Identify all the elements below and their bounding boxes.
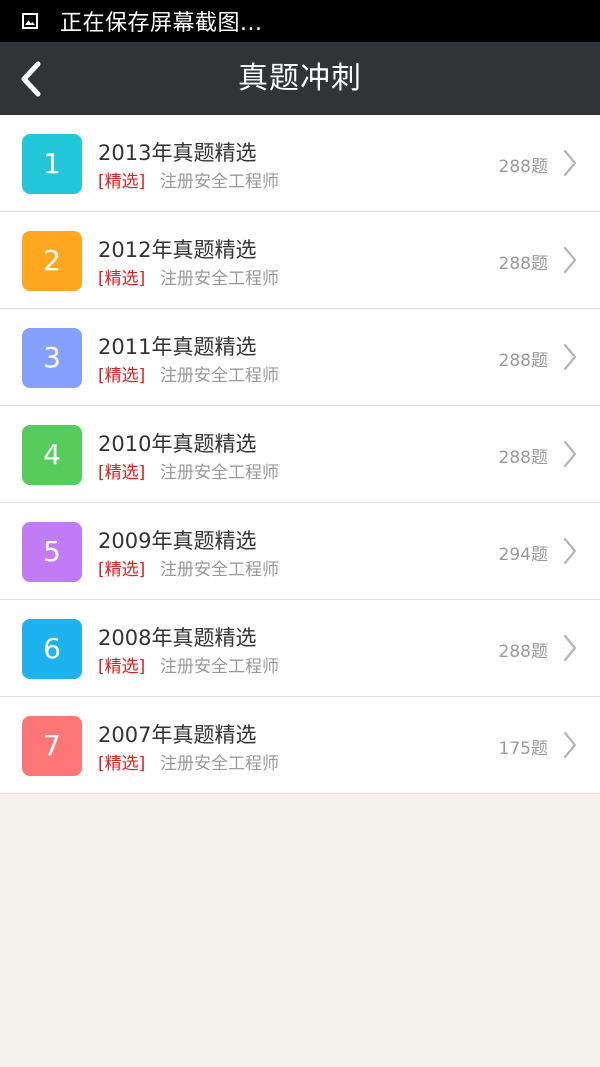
item-subtitle: 注册安全工程师: [160, 366, 279, 386]
item-subtitle: 注册安全工程师: [160, 463, 279, 483]
item-number-badge: 7: [22, 716, 82, 776]
item-title: 2013年真题精选: [98, 141, 257, 165]
item-number-badge: 3: [22, 328, 82, 388]
item-count: 288题: [498, 642, 548, 662]
image-icon: [22, 13, 38, 29]
item-subtitle: 注册安全工程师: [160, 172, 279, 192]
item-number-badge: 6: [22, 619, 82, 679]
item-number-badge: 5: [22, 522, 82, 582]
list-item[interactable]: 7 2007年真题精选 [精选] 注册安全工程师 175题: [0, 697, 600, 794]
item-number-badge: 4: [22, 425, 82, 485]
item-title: 2009年真题精选: [98, 529, 257, 553]
item-subtitle: 注册安全工程师: [160, 657, 279, 677]
page-title: 真题冲刺: [238, 61, 362, 96]
item-tag: [精选]: [98, 463, 146, 483]
status-bar: 正在保存屏幕截图...: [0, 0, 600, 42]
item-count: 288题: [498, 448, 548, 468]
item-tag: [精选]: [98, 172, 146, 192]
item-title: 2011年真题精选: [98, 335, 257, 359]
item-number-badge: 2: [22, 231, 82, 291]
list-item[interactable]: 3 2011年真题精选 [精选] 注册安全工程师 288题: [0, 309, 600, 406]
item-tag: [精选]: [98, 754, 146, 774]
item-subtitle: 注册安全工程师: [160, 754, 279, 774]
chevron-right-icon: [563, 634, 577, 662]
item-subtitle: 注册安全工程师: [160, 560, 279, 580]
item-count: 288题: [498, 157, 548, 177]
item-tag: [精选]: [98, 657, 146, 677]
item-count: 288题: [498, 351, 548, 371]
item-title: 2010年真题精选: [98, 432, 257, 456]
list-item[interactable]: 4 2010年真题精选 [精选] 注册安全工程师 288题: [0, 406, 600, 503]
status-text: 正在保存屏幕截图...: [60, 11, 263, 36]
chevron-right-icon: [563, 440, 577, 468]
chevron-right-icon: [563, 343, 577, 371]
item-count: 175题: [498, 739, 548, 759]
item-tag: [精选]: [98, 366, 146, 386]
item-title: 2012年真题精选: [98, 238, 257, 262]
chevron-right-icon: [563, 731, 577, 759]
item-tag: [精选]: [98, 269, 146, 289]
list-item[interactable]: 6 2008年真题精选 [精选] 注册安全工程师 288题: [0, 600, 600, 697]
list-item[interactable]: 2 2012年真题精选 [精选] 注册安全工程师 288题: [0, 212, 600, 309]
list-item[interactable]: 1 2013年真题精选 [精选] 注册安全工程师 288题: [0, 115, 600, 212]
exam-list: 1 2013年真题精选 [精选] 注册安全工程师 288题 2 2012年真题精…: [0, 115, 600, 794]
chevron-right-icon: [563, 537, 577, 565]
chevron-right-icon: [563, 246, 577, 274]
header-bar: 真题冲刺: [0, 42, 600, 115]
item-count: 294题: [498, 545, 548, 565]
item-title: 2008年真题精选: [98, 626, 257, 650]
item-tag: [精选]: [98, 560, 146, 580]
item-title: 2007年真题精选: [98, 723, 257, 747]
list-item[interactable]: 5 2009年真题精选 [精选] 注册安全工程师 294题: [0, 503, 600, 600]
item-number-badge: 1: [22, 134, 82, 194]
chevron-right-icon: [563, 149, 577, 177]
item-count: 288题: [498, 254, 548, 274]
item-subtitle: 注册安全工程师: [160, 269, 279, 289]
